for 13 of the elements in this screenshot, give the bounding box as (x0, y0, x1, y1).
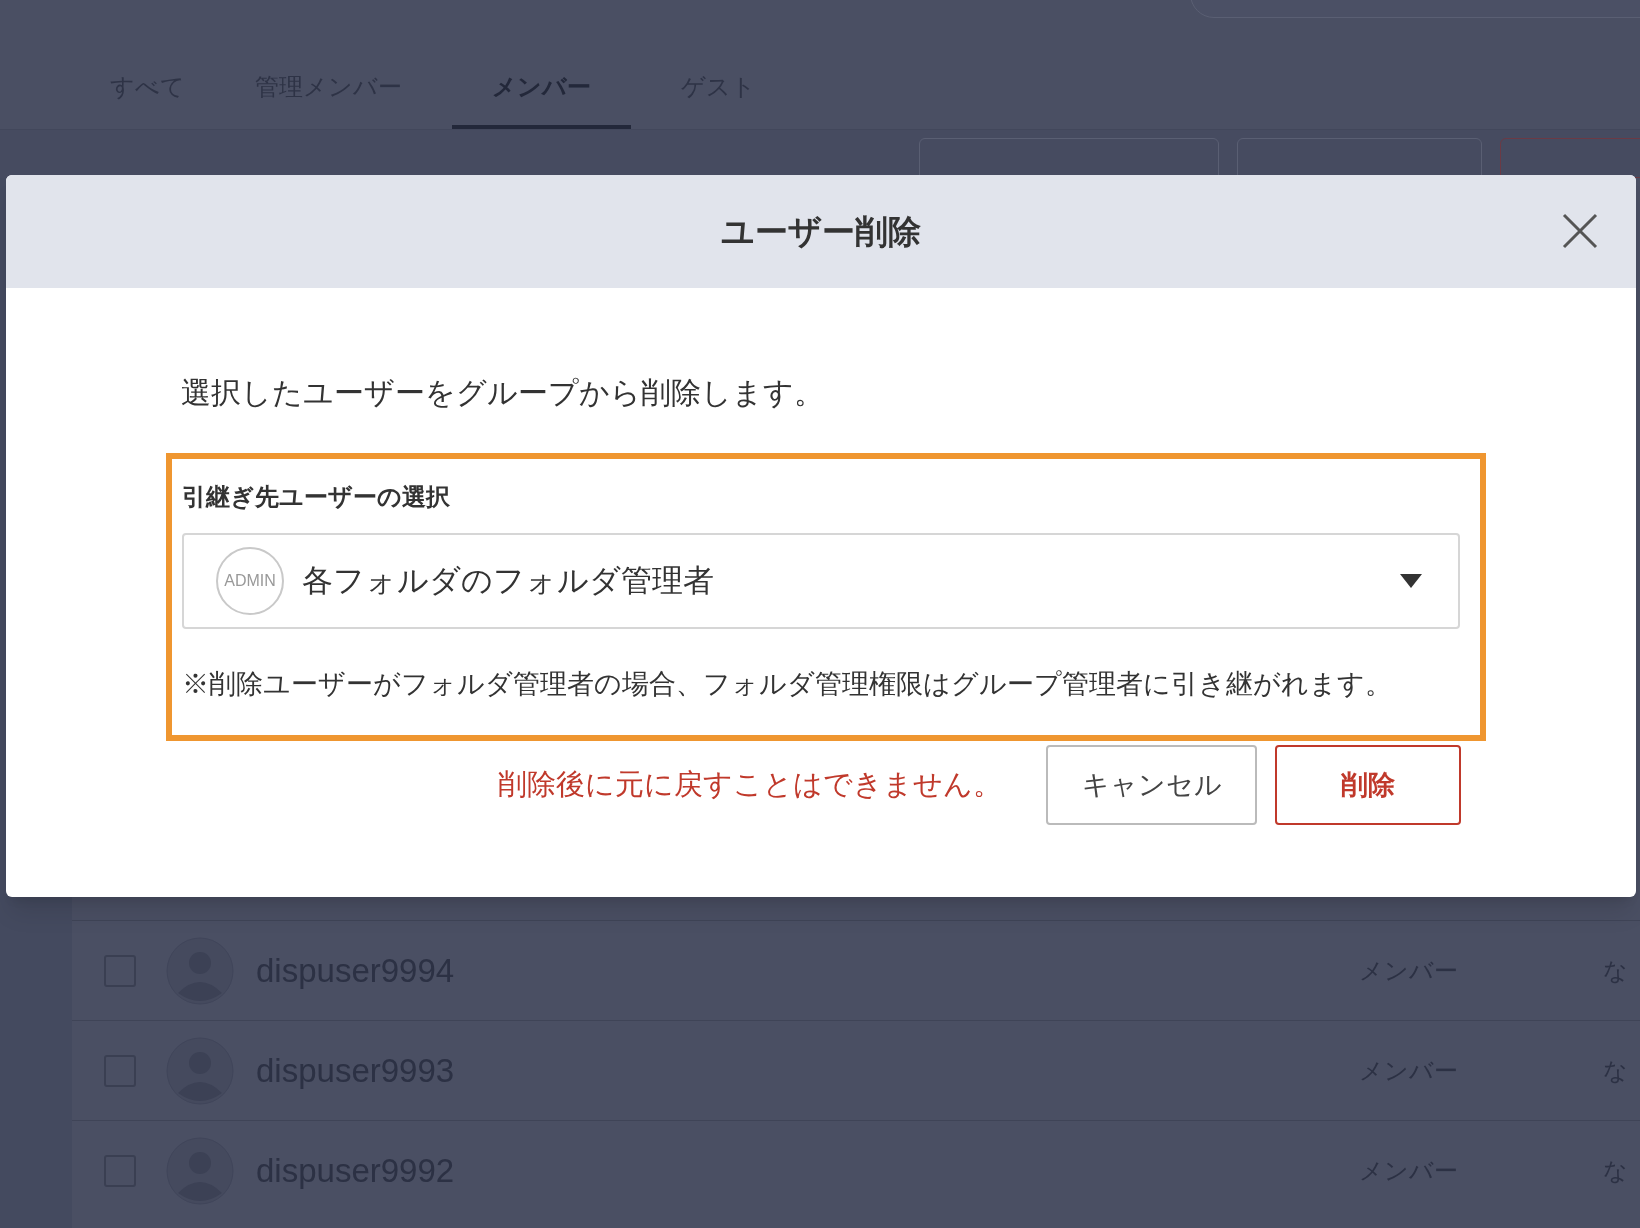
delete-button[interactable]: 削除 (1275, 744, 1461, 825)
section-label: 引継ぎ先ユーザーの選択 (182, 482, 451, 512)
warning-text: 削除後に元に戻すことはできません。 (498, 767, 1002, 802)
select-value: 各フォルダのフォルダ管理者 (302, 561, 715, 600)
close-icon (1562, 213, 1598, 249)
note-text: ※削除ユーザーがフォルダ管理者の場合、フォルダ管理権限はグループ管理者に引き継がれます。 (182, 668, 1393, 701)
dialog-message: 選択したユーザーをグループから削除します。 (181, 375, 825, 411)
close-button[interactable] (1560, 211, 1600, 251)
dialog-title: ユーザー削除 (721, 211, 921, 252)
admin-badge: ADMIN (216, 547, 284, 615)
dropdown-caret-icon (1400, 574, 1422, 588)
user-select[interactable]: ADMIN 各フォルダのフォルダ管理者 (182, 533, 1460, 629)
cancel-button[interactable]: キャンセル (1046, 744, 1257, 825)
